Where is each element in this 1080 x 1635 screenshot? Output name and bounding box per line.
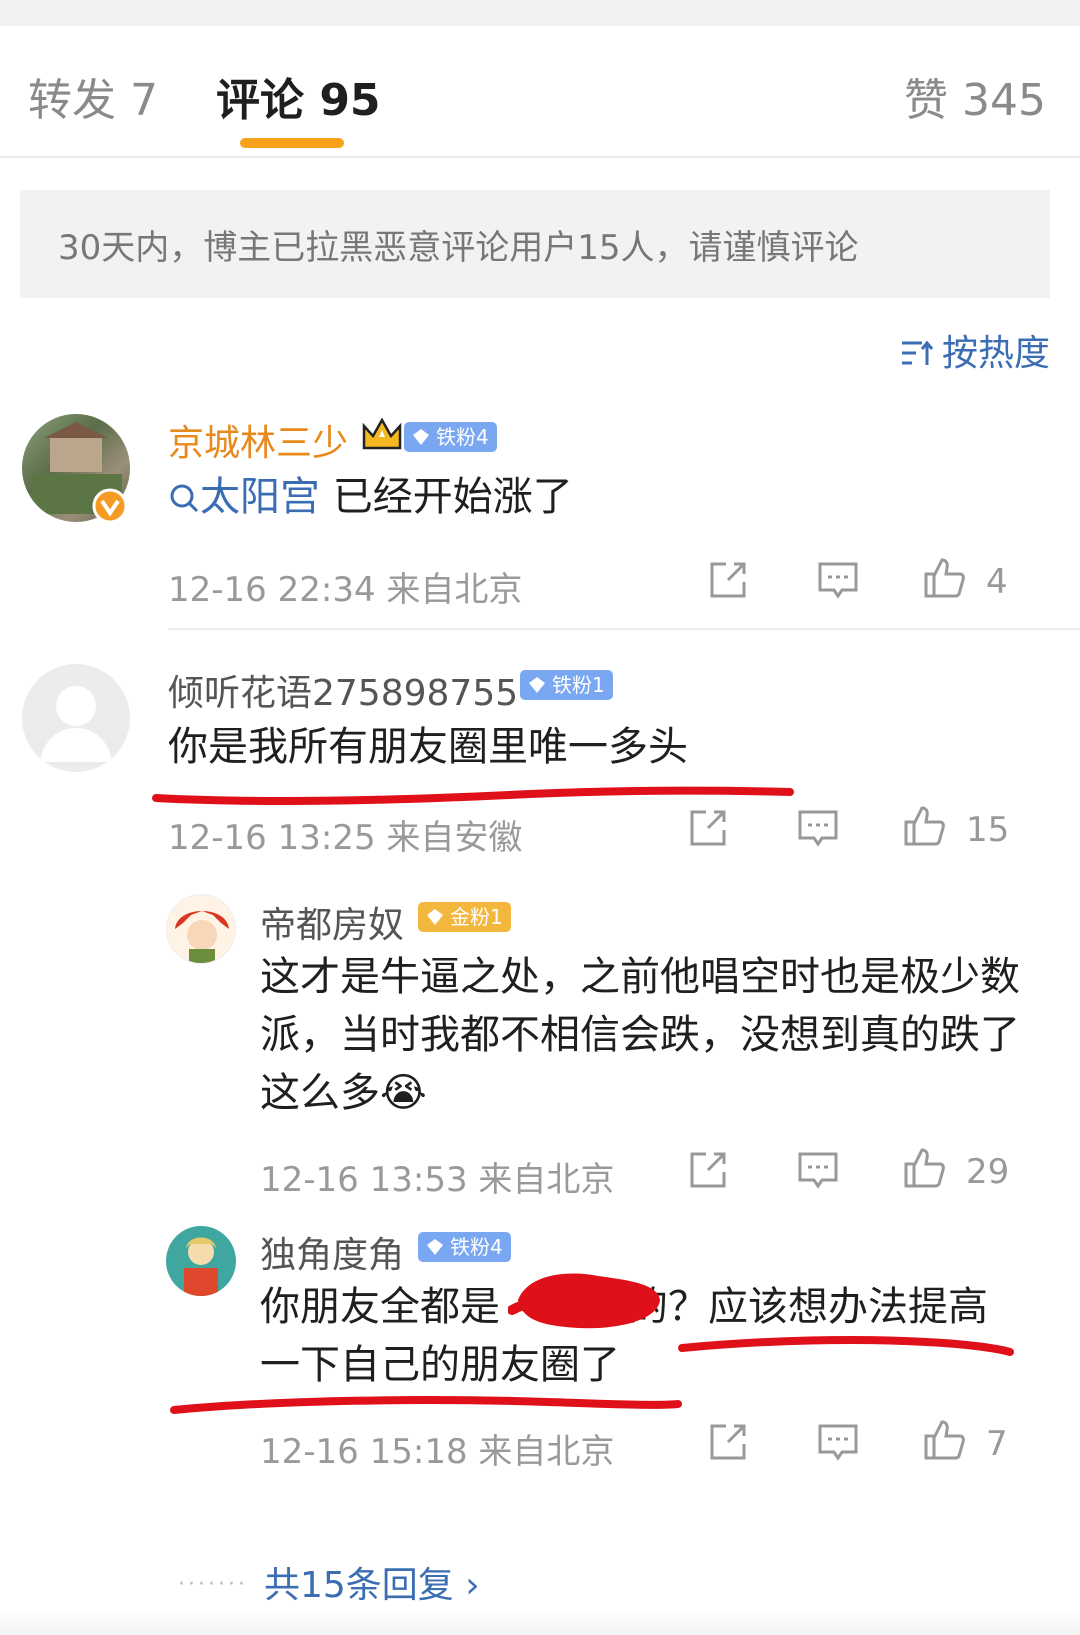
- topic-link[interactable]: 太阳宫: [168, 474, 320, 520]
- reply-username[interactable]: 帝都房奴: [260, 896, 404, 948]
- reply-text: 这才是牛逼之处，之前他唱空时也是极少数派，当时我都不相信会跌，没想到真的跌了这么…: [260, 948, 1020, 1122]
- comment-text: 你是我所有朋友圈里唯一多头: [168, 724, 688, 770]
- red-underline-annotation: [170, 1396, 682, 1414]
- comment-icon[interactable]: [796, 1148, 840, 1192]
- like-count: 7: [986, 1424, 1008, 1464]
- like-icon[interactable]: [902, 1146, 946, 1190]
- location-label: 来自北京: [478, 1432, 615, 1472]
- diamond-icon: [427, 1239, 443, 1255]
- fan-badge-label: 铁粉4: [450, 1235, 503, 1259]
- like-count: 29: [966, 1152, 1010, 1192]
- reply-avatar[interactable]: [166, 894, 236, 964]
- comment-text: 太阳宫 已经开始涨了: [168, 468, 573, 526]
- sort-label: 按热度: [941, 333, 1050, 374]
- location-label: 来自北京: [386, 570, 523, 610]
- dotted-leader: ·······: [178, 1572, 248, 1597]
- share-icon[interactable]: [686, 1148, 730, 1192]
- diamond-icon: [413, 429, 429, 445]
- crying-emoji-icon: 😭: [380, 1070, 427, 1116]
- location-label: 来自北京: [478, 1160, 615, 1200]
- like-count: 4: [986, 562, 1008, 602]
- active-tab-indicator: [240, 138, 344, 148]
- reply-body-start: 你朋友全都是: [260, 1284, 500, 1330]
- fan-badge[interactable]: 铁粉1: [520, 670, 613, 700]
- fan-badge[interactable]: 铁粉4: [404, 422, 497, 452]
- comment-icon[interactable]: [816, 1420, 860, 1464]
- reply-avatar[interactable]: [166, 1226, 236, 1296]
- sort-button[interactable]: 按热度: [900, 324, 1050, 376]
- fan-badge-label: 铁粉1: [552, 673, 605, 697]
- reply-body: 这才是牛逼之处，之前他唱空时也是极少数派，当时我都不相信会跌，没想到真的跌了这么…: [260, 954, 1020, 1116]
- gem-icon: [427, 909, 443, 925]
- comment-username[interactable]: 京城林三少: [168, 414, 348, 466]
- fan-badge[interactable]: 铁粉4: [418, 1232, 511, 1262]
- time-label: 12-16 22:34: [168, 570, 376, 610]
- topic-label: 太阳宫: [200, 474, 320, 520]
- comment-time: 12-16 22:34 来自北京: [168, 562, 522, 611]
- tab-likes[interactable]: 赞 345: [904, 64, 1046, 128]
- time-label: 12-16 13:53: [260, 1160, 468, 1200]
- time-label: 12-16 13:25: [168, 818, 376, 858]
- bottom-edge: [0, 1610, 1080, 1635]
- reply-time: 12-16 13:53 来自北京: [260, 1152, 614, 1201]
- fan-badge[interactable]: 金粉1: [418, 902, 511, 932]
- reply-text: 你朋友全都是 的？应该想办法提高一下自己的朋友圈了: [260, 1278, 1020, 1394]
- verified-icon: [92, 488, 128, 524]
- reply-time: 12-16 15:18 来自北京: [260, 1424, 614, 1473]
- comment-time: 12-16 13:25 来自安徽: [168, 810, 522, 859]
- fan-badge-label: 金粉1: [450, 905, 503, 929]
- tab-bar: 转发 7 评论 95 赞 345: [0, 26, 1080, 158]
- avatar-image: [184, 1237, 218, 1296]
- location-label: 来自安徽: [386, 818, 523, 858]
- avatar-image: [175, 911, 229, 963]
- comment-icon[interactable]: [796, 806, 840, 850]
- top-strip: [0, 0, 1080, 26]
- like-icon[interactable]: [922, 556, 966, 600]
- notice-text: 30天内，博主已拉黑恶意评论用户15人，请谨慎评论: [58, 228, 859, 268]
- comment-username[interactable]: 倾听花语275898755: [168, 664, 518, 716]
- like-count: 15: [966, 810, 1010, 850]
- divider: [168, 628, 1080, 630]
- diamond-icon: [529, 677, 545, 693]
- fan-badge-label: 铁粉4: [436, 425, 489, 449]
- time-label: 12-16 15:18: [260, 1432, 468, 1472]
- comment-icon[interactable]: [816, 558, 860, 602]
- like-icon[interactable]: [902, 804, 946, 848]
- share-icon[interactable]: [686, 806, 730, 850]
- search-icon: [170, 484, 199, 513]
- share-icon[interactable]: [706, 558, 750, 602]
- tab-repost[interactable]: 转发 7: [28, 64, 158, 128]
- more-replies-label: 共15条回复 ›: [263, 1565, 480, 1606]
- tab-comments[interactable]: 评论 95: [216, 64, 381, 128]
- comment-body: 已经开始涨了: [320, 474, 573, 520]
- like-icon[interactable]: [922, 1418, 966, 1462]
- default-avatar-icon: [40, 686, 112, 762]
- reply-username[interactable]: 独角度角: [260, 1226, 404, 1278]
- avatar[interactable]: [22, 664, 130, 772]
- sort-icon: [901, 340, 934, 365]
- more-replies-link[interactable]: ······· 共15条回复 ›: [178, 1556, 480, 1608]
- crown-icon: [362, 418, 402, 450]
- share-icon[interactable]: [706, 1420, 750, 1464]
- redacted-scribble: [500, 1286, 628, 1326]
- blocked-users-notice: 30天内，博主已拉黑恶意评论用户15人，请谨慎评论: [20, 190, 1050, 298]
